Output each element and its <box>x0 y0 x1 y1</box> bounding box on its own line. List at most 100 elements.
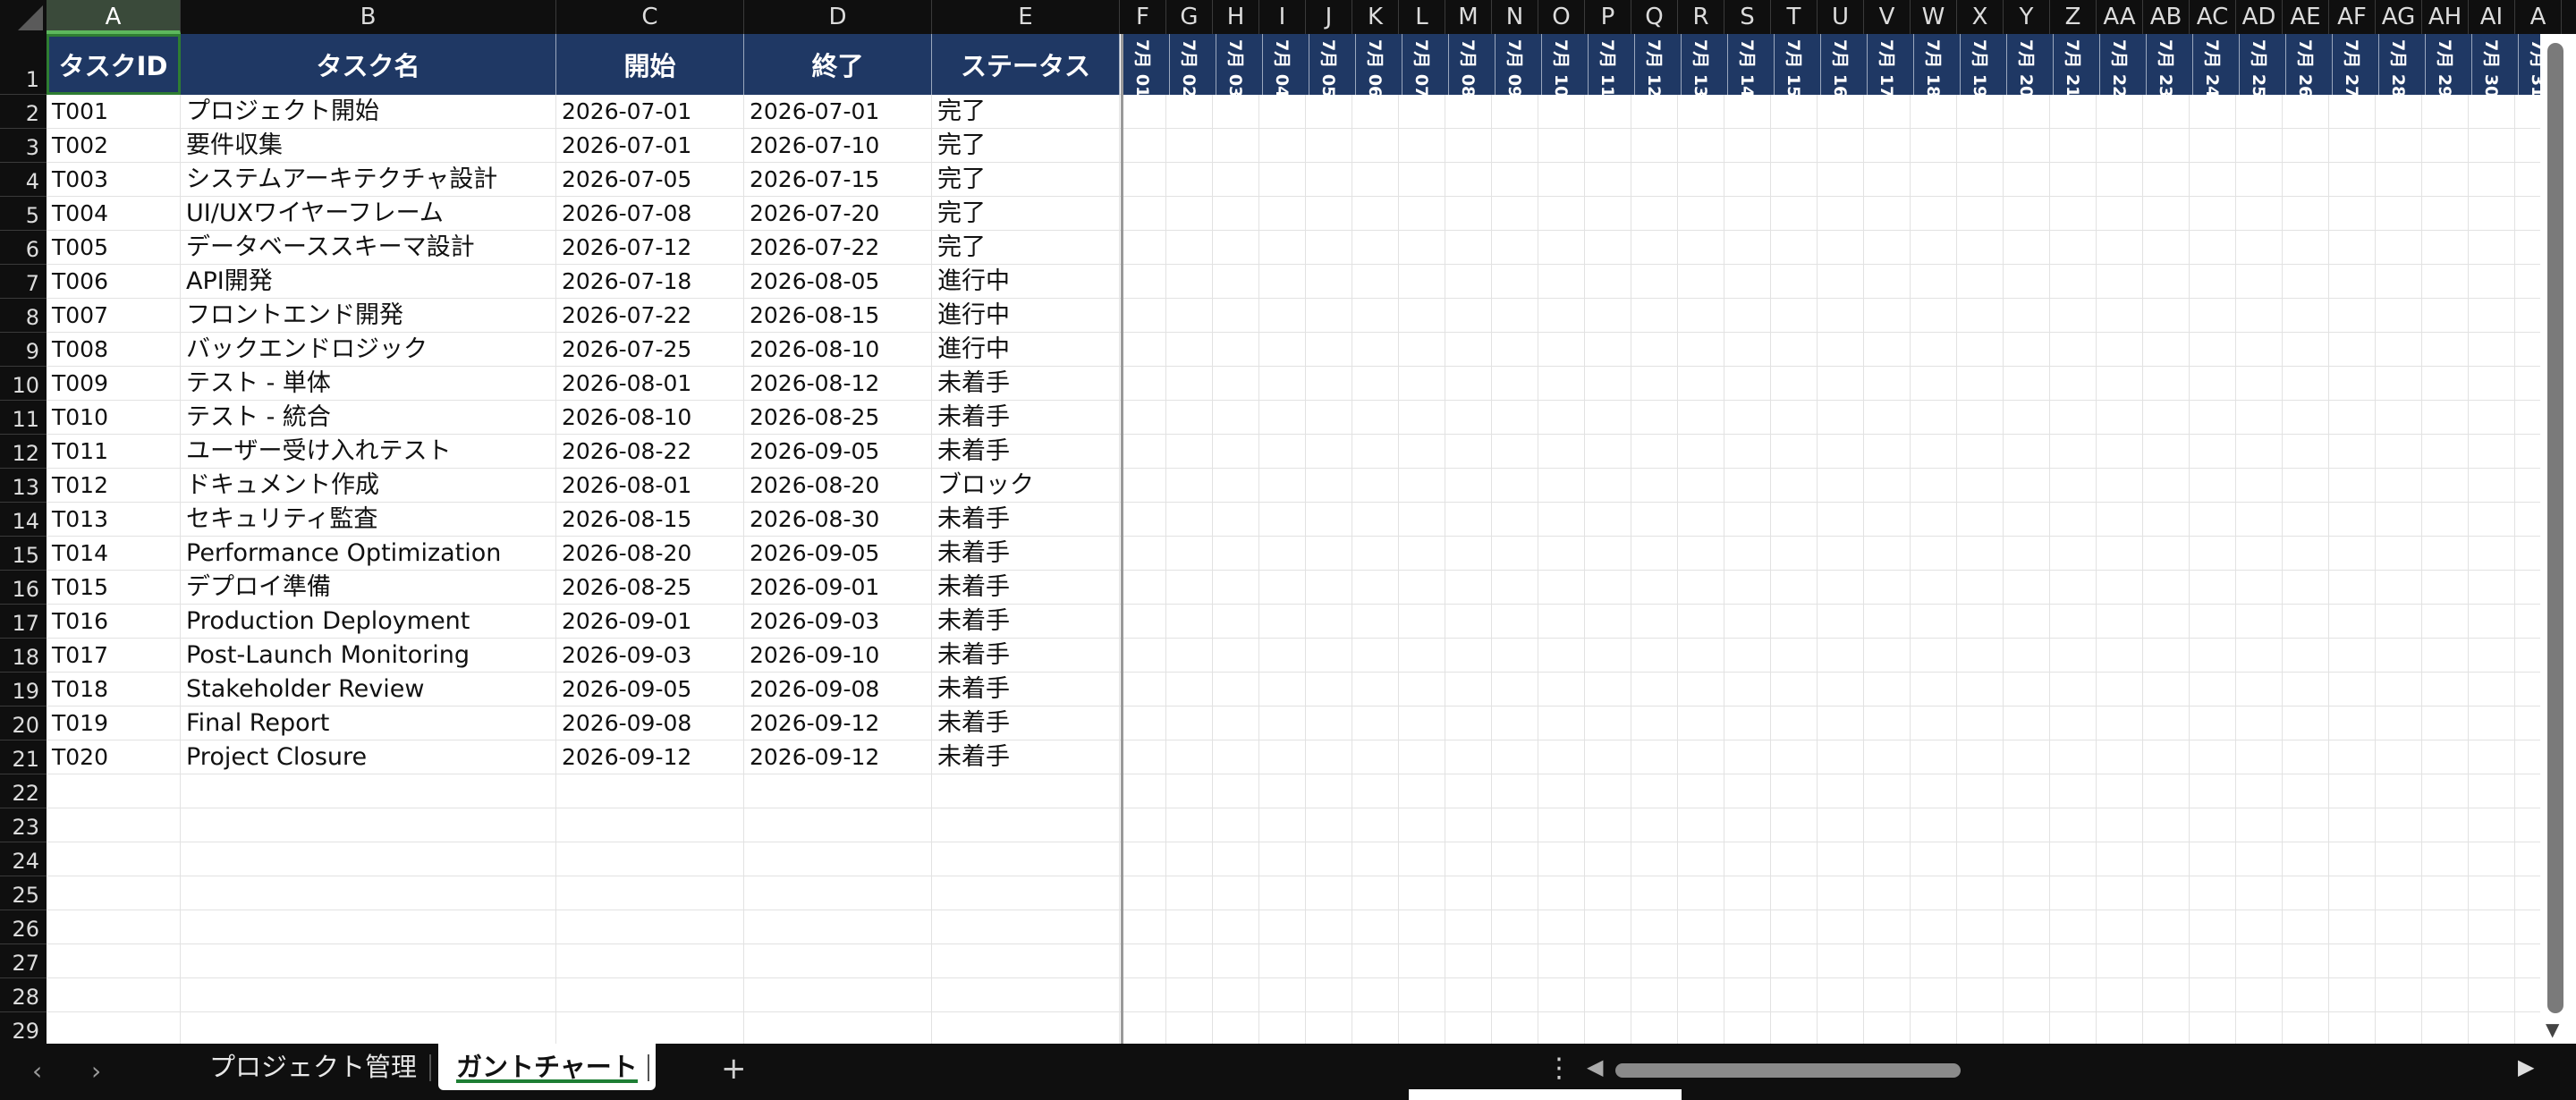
task-cell-name[interactable]: バックエンドロジック <box>181 333 556 367</box>
column-header-l[interactable]: L <box>1399 0 1445 34</box>
column-header-q[interactable]: Q <box>1631 0 1678 34</box>
column-header-e[interactable]: E <box>932 0 1120 34</box>
column-header-ac[interactable]: AC <box>2190 0 2236 34</box>
day-header-cell[interactable]: 7月 25 <box>2240 34 2286 95</box>
task-cell-end[interactable]: 2026-08-12 <box>744 367 932 401</box>
task-cell-name[interactable]: ユーザー受け入れテスト <box>181 435 556 469</box>
task-cell-id[interactable]: T019 <box>47 707 181 740</box>
day-header-cell[interactable]: 7月 27 <box>2333 34 2379 95</box>
row-header-27[interactable]: 27 <box>0 944 47 978</box>
day-header-cell[interactable]: 7月 30 <box>2472 34 2519 95</box>
row-header-11[interactable]: 11 <box>0 401 47 435</box>
task-cell-end[interactable]: 2026-08-30 <box>744 503 932 537</box>
task-cell-start[interactable]: 2026-09-03 <box>556 639 744 673</box>
column-header-b[interactable]: B <box>181 0 556 34</box>
day-header-cell[interactable]: 7月 08 <box>1449 34 1496 95</box>
vertical-scroll-thumb[interactable] <box>2547 43 2563 1013</box>
task-cell-id[interactable]: T005 <box>47 231 181 265</box>
task-cell-status[interactable]: 進行中 <box>932 333 1120 367</box>
column-header-ae[interactable]: AE <box>2283 0 2329 34</box>
row-header-2[interactable]: 2 <box>0 95 47 129</box>
task-cell-end[interactable]: 2026-07-22 <box>744 231 932 265</box>
task-cell-id[interactable]: T020 <box>47 740 181 774</box>
day-header-cell[interactable]: 7月 13 <box>1682 34 1728 95</box>
column-header-z[interactable]: Z <box>2050 0 2097 34</box>
task-cell-status[interactable]: 未着手 <box>932 503 1120 537</box>
row-header-18[interactable]: 18 <box>0 639 47 673</box>
task-cell-id[interactable]: T003 <box>47 163 181 197</box>
task-cell-end[interactable]: 2026-09-01 <box>744 571 932 605</box>
day-header-cell[interactable]: 7月 12 <box>1635 34 1682 95</box>
column-header-o[interactable]: O <box>1538 0 1585 34</box>
select-all-corner[interactable] <box>0 0 47 34</box>
task-cell-id[interactable]: T010 <box>47 401 181 435</box>
task-cell-name[interactable]: Performance Optimization <box>181 537 556 571</box>
row-header-24[interactable]: 24 <box>0 842 47 876</box>
day-header-cell[interactable]: 7月 19 <box>1961 34 2007 95</box>
column-header-a[interactable]: A <box>2515 0 2562 34</box>
day-header-cell[interactable]: 7月 28 <box>2379 34 2426 95</box>
task-cell-name[interactable]: ドキュメント作成 <box>181 469 556 503</box>
row-header-1[interactable]: 1 <box>0 34 47 95</box>
column-header-d[interactable]: D <box>744 0 932 34</box>
task-cell-start[interactable]: 2026-07-18 <box>556 265 744 299</box>
row-header-7[interactable]: 7 <box>0 265 47 299</box>
task-cell-start[interactable]: 2026-08-22 <box>556 435 744 469</box>
triangle-down-icon[interactable]: ▼ <box>2546 1019 2559 1040</box>
task-cell-name[interactable]: Production Deployment <box>181 605 556 639</box>
task-cell-status[interactable]: 未着手 <box>932 367 1120 401</box>
task-cell-start[interactable]: 2026-08-15 <box>556 503 744 537</box>
row-header-5[interactable]: 5 <box>0 197 47 231</box>
column-header-c[interactable]: C <box>556 0 744 34</box>
day-header-cell[interactable]: 7月 26 <box>2286 34 2333 95</box>
task-cell-start[interactable]: 2026-09-05 <box>556 673 744 707</box>
day-header-cell[interactable]: 7月 16 <box>1821 34 1868 95</box>
task-cell-start[interactable]: 2026-08-25 <box>556 571 744 605</box>
day-header-cell[interactable]: 7月 22 <box>2100 34 2147 95</box>
task-cell-name[interactable]: Final Report <box>181 707 556 740</box>
row-header-10[interactable]: 10 <box>0 367 47 401</box>
header-end[interactable]: 終了 <box>744 34 932 95</box>
chevron-left-icon[interactable]: ‹ <box>32 1056 42 1086</box>
more-vertical-icon[interactable]: ⋮ <box>1546 1053 1572 1084</box>
task-cell-name[interactable]: テスト - 単体 <box>181 367 556 401</box>
day-header-cell[interactable]: 7月 10 <box>1542 34 1589 95</box>
task-cell-status[interactable]: 未着手 <box>932 571 1120 605</box>
row-header-21[interactable]: 21 <box>0 740 47 774</box>
task-cell-id[interactable]: T007 <box>47 299 181 333</box>
task-cell-start[interactable]: 2026-07-08 <box>556 197 744 231</box>
sheet-tab-gantt-chart[interactable]: ガントチャート <box>438 1044 656 1090</box>
task-cell-end[interactable]: 2026-09-05 <box>744 537 932 571</box>
column-header-r[interactable]: R <box>1678 0 1724 34</box>
day-header-cell[interactable]: 7月 04 <box>1263 34 1309 95</box>
task-cell-id[interactable]: T016 <box>47 605 181 639</box>
row-header-26[interactable]: 26 <box>0 910 47 944</box>
header-task-name[interactable]: タスク名 <box>181 34 556 95</box>
task-cell-name[interactable]: フロントエンド開発 <box>181 299 556 333</box>
day-header-cell[interactable]: 7月 05 <box>1309 34 1356 95</box>
day-header-cell[interactable]: 7月 02 <box>1170 34 1216 95</box>
column-header-x[interactable]: X <box>1957 0 2004 34</box>
task-cell-start[interactable]: 2026-07-22 <box>556 299 744 333</box>
task-cell-status[interactable]: 未着手 <box>932 435 1120 469</box>
column-header-n[interactable]: N <box>1492 0 1538 34</box>
task-cell-id[interactable]: T014 <box>47 537 181 571</box>
day-header-cell[interactable]: 7月 11 <box>1589 34 1635 95</box>
day-header-cell[interactable]: 7月 09 <box>1496 34 1542 95</box>
row-header-12[interactable]: 12 <box>0 435 47 469</box>
task-cell-name[interactable]: Project Closure <box>181 740 556 774</box>
task-cell-end[interactable]: 2026-08-25 <box>744 401 932 435</box>
task-cell-start[interactable]: 2026-07-01 <box>556 129 744 163</box>
column-header-p[interactable]: P <box>1585 0 1631 34</box>
task-cell-name[interactable]: プロジェクト開始 <box>181 95 556 129</box>
column-header-s[interactable]: S <box>1724 0 1771 34</box>
task-cell-start[interactable]: 2026-07-01 <box>556 95 744 129</box>
header-start[interactable]: 開始 <box>556 34 744 95</box>
task-cell-end[interactable]: 2026-08-15 <box>744 299 932 333</box>
task-cell-status[interactable]: 進行中 <box>932 299 1120 333</box>
task-cell-status[interactable]: 完了 <box>932 163 1120 197</box>
column-header-v[interactable]: V <box>1864 0 1911 34</box>
triangle-left-icon[interactable]: ◀ <box>1587 1054 1603 1079</box>
column-header-aa[interactable]: AA <box>2097 0 2143 34</box>
task-cell-start[interactable]: 2026-07-05 <box>556 163 744 197</box>
